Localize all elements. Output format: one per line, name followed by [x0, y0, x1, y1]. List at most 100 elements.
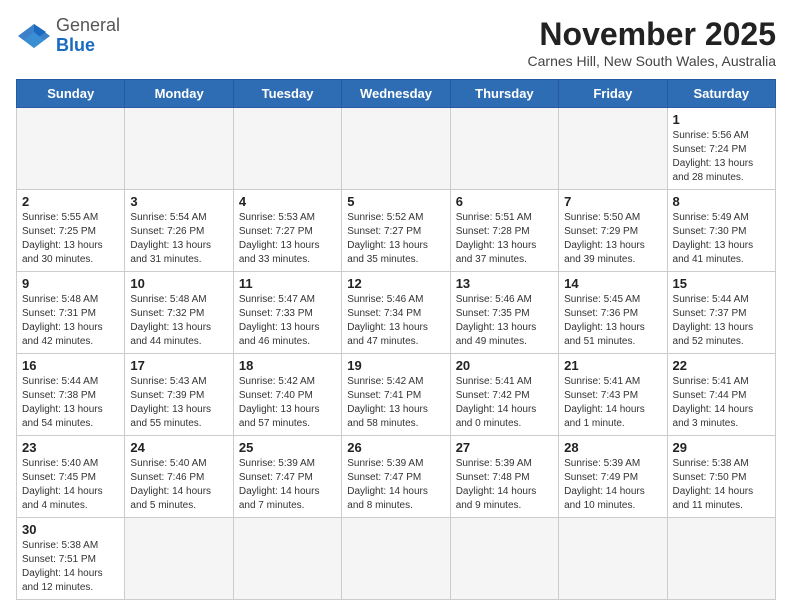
table-row [450, 518, 558, 600]
day-info: Sunrise: 5:41 AM Sunset: 7:43 PM Dayligh… [564, 375, 661, 431]
table-row: 19Sunrise: 5:42 AM Sunset: 7:41 PM Dayli… [342, 354, 450, 436]
table-row: 11 Sunrise: 5:47 AM Sunset: 7:33 PM Dayli… [233, 272, 341, 354]
table-row: 13 Sunrise: 5:46 AM Sunset: 7:35 PM Dayli… [450, 272, 558, 354]
col-friday: Friday [559, 80, 667, 108]
day-number: 25 [239, 440, 336, 455]
table-row [233, 518, 341, 600]
day-info: Sunrise: 5:48 AM Sunset: 7:31 PM Dayligh… [22, 293, 119, 349]
table-row: 20Sunrise: 5:41 AM Sunset: 7:42 PM Dayli… [450, 354, 558, 436]
table-row: 1 Sunrise: 5:56 AM Sunset: 7:24 PM Daylig… [667, 108, 775, 190]
day-info: Sunrise: 5:40 AM Sunset: 7:45 PM Dayligh… [22, 457, 119, 513]
table-row: 23 Sunrise: 5:40 AM Sunset: 7:45 PM Dayli… [17, 436, 125, 518]
table-row: 12 Sunrise: 5:46 AM Sunset: 7:34 PM Dayli… [342, 272, 450, 354]
day-number: 4 [239, 194, 336, 209]
table-row [17, 108, 125, 190]
table-row: 24Sunrise: 5:40 AM Sunset: 7:46 PM Dayli… [125, 436, 233, 518]
table-row: 30Sunrise: 5:38 AM Sunset: 7:51 PM Dayli… [17, 518, 125, 600]
day-info: Sunrise: 5:39 AM Sunset: 7:47 PM Dayligh… [239, 457, 336, 513]
day-number: 13 [456, 276, 553, 291]
table-row: 14Sunrise: 5:45 AM Sunset: 7:36 PM Dayli… [559, 272, 667, 354]
table-row: 16 Sunrise: 5:44 AM Sunset: 7:38 PM Dayli… [17, 354, 125, 436]
table-row [125, 108, 233, 190]
day-info: Sunrise: 5:53 AM Sunset: 7:27 PM Dayligh… [239, 211, 336, 267]
day-number: 22 [673, 358, 770, 373]
day-info: Sunrise: 5:52 AM Sunset: 7:27 PM Dayligh… [347, 211, 444, 267]
day-number: 15 [673, 276, 770, 291]
day-number: 17 [130, 358, 227, 373]
table-row: 9Sunrise: 5:48 AM Sunset: 7:31 PM Daylig… [17, 272, 125, 354]
table-row: 8Sunrise: 5:49 AM Sunset: 7:30 PM Daylig… [667, 190, 775, 272]
day-number: 26 [347, 440, 444, 455]
calendar-header-row: Sunday Monday Tuesday Wednesday Thursday… [17, 80, 776, 108]
day-info: Sunrise: 5:49 AM Sunset: 7:30 PM Dayligh… [673, 211, 770, 267]
day-info: Sunrise: 5:51 AM Sunset: 7:28 PM Dayligh… [456, 211, 553, 267]
day-info: Sunrise: 5:40 AM Sunset: 7:46 PM Dayligh… [130, 457, 227, 513]
table-row: 28Sunrise: 5:39 AM Sunset: 7:49 PM Dayli… [559, 436, 667, 518]
day-number: 16 [22, 358, 119, 373]
logo: General Blue [16, 16, 120, 56]
month-title: November 2025 [528, 16, 776, 53]
calendar-week-row: 1 Sunrise: 5:56 AM Sunset: 7:24 PM Daylig… [17, 108, 776, 190]
table-row [559, 108, 667, 190]
location: Carnes Hill, New South Wales, Australia [528, 53, 776, 69]
day-number: 1 [673, 112, 770, 127]
day-info: Sunrise: 5:43 AM Sunset: 7:39 PM Dayligh… [130, 375, 227, 431]
calendar-week-row: 2Sunrise: 5:55 AM Sunset: 7:25 PM Daylig… [17, 190, 776, 272]
day-number: 3 [130, 194, 227, 209]
day-number: 27 [456, 440, 553, 455]
day-info: Sunrise: 5:44 AM Sunset: 7:37 PM Dayligh… [673, 293, 770, 349]
day-number: 28 [564, 440, 661, 455]
table-row: 22 Sunrise: 5:41 AM Sunset: 7:44 PM Dayli… [667, 354, 775, 436]
logo-icon [16, 22, 52, 50]
day-number: 7 [564, 194, 661, 209]
col-saturday: Saturday [667, 80, 775, 108]
day-number: 29 [673, 440, 770, 455]
day-number: 6 [456, 194, 553, 209]
logo-text: General Blue [56, 16, 120, 56]
table-row: 21Sunrise: 5:41 AM Sunset: 7:43 PM Dayli… [559, 354, 667, 436]
day-number: 12 [347, 276, 444, 291]
table-row [125, 518, 233, 600]
day-number: 20 [456, 358, 553, 373]
table-row: 6 Sunrise: 5:51 AM Sunset: 7:28 PM Daylig… [450, 190, 558, 272]
calendar-table: Sunday Monday Tuesday Wednesday Thursday… [16, 79, 776, 600]
day-info: Sunrise: 5:41 AM Sunset: 7:44 PM Dayligh… [673, 375, 770, 431]
col-wednesday: Wednesday [342, 80, 450, 108]
logo-blue: Blue [56, 35, 95, 55]
table-row: 18Sunrise: 5:42 AM Sunset: 7:40 PM Dayli… [233, 354, 341, 436]
title-block: November 2025 Carnes Hill, New South Wal… [528, 16, 776, 69]
day-number: 2 [22, 194, 119, 209]
col-sunday: Sunday [17, 80, 125, 108]
day-info: Sunrise: 5:50 AM Sunset: 7:29 PM Dayligh… [564, 211, 661, 267]
table-row: 26Sunrise: 5:39 AM Sunset: 7:47 PM Dayli… [342, 436, 450, 518]
table-row [450, 108, 558, 190]
table-row [342, 518, 450, 600]
calendar-body: 1 Sunrise: 5:56 AM Sunset: 7:24 PM Daylig… [17, 108, 776, 600]
day-info: Sunrise: 5:47 AM Sunset: 7:33 PM Dayligh… [239, 293, 336, 349]
day-number: 10 [130, 276, 227, 291]
day-info: Sunrise: 5:42 AM Sunset: 7:40 PM Dayligh… [239, 375, 336, 431]
day-number: 23 [22, 440, 119, 455]
table-row: 2Sunrise: 5:55 AM Sunset: 7:25 PM Daylig… [17, 190, 125, 272]
table-row: 15 Sunrise: 5:44 AM Sunset: 7:37 PM Dayli… [667, 272, 775, 354]
page-header: General Blue November 2025 Carnes Hill, … [16, 16, 776, 69]
day-info: Sunrise: 5:45 AM Sunset: 7:36 PM Dayligh… [564, 293, 661, 349]
day-info: Sunrise: 5:38 AM Sunset: 7:50 PM Dayligh… [673, 457, 770, 513]
day-info: Sunrise: 5:56 AM Sunset: 7:24 PM Dayligh… [673, 129, 770, 185]
table-row: 5Sunrise: 5:52 AM Sunset: 7:27 PM Daylig… [342, 190, 450, 272]
day-info: Sunrise: 5:46 AM Sunset: 7:34 PM Dayligh… [347, 293, 444, 349]
day-info: Sunrise: 5:42 AM Sunset: 7:41 PM Dayligh… [347, 375, 444, 431]
day-info: Sunrise: 5:46 AM Sunset: 7:35 PM Dayligh… [456, 293, 553, 349]
day-info: Sunrise: 5:39 AM Sunset: 7:48 PM Dayligh… [456, 457, 553, 513]
logo-general: General [56, 15, 120, 35]
table-row: 25 Sunrise: 5:39 AM Sunset: 7:47 PM Dayli… [233, 436, 341, 518]
table-row: 7 Sunrise: 5:50 AM Sunset: 7:29 PM Daylig… [559, 190, 667, 272]
table-row: 27 Sunrise: 5:39 AM Sunset: 7:48 PM Dayli… [450, 436, 558, 518]
table-row [233, 108, 341, 190]
day-number: 11 [239, 276, 336, 291]
table-row: 10 Sunrise: 5:48 AM Sunset: 7:32 PM Dayli… [125, 272, 233, 354]
day-info: Sunrise: 5:44 AM Sunset: 7:38 PM Dayligh… [22, 375, 119, 431]
calendar-week-row: 9Sunrise: 5:48 AM Sunset: 7:31 PM Daylig… [17, 272, 776, 354]
day-info: Sunrise: 5:54 AM Sunset: 7:26 PM Dayligh… [130, 211, 227, 267]
day-info: Sunrise: 5:48 AM Sunset: 7:32 PM Dayligh… [130, 293, 227, 349]
